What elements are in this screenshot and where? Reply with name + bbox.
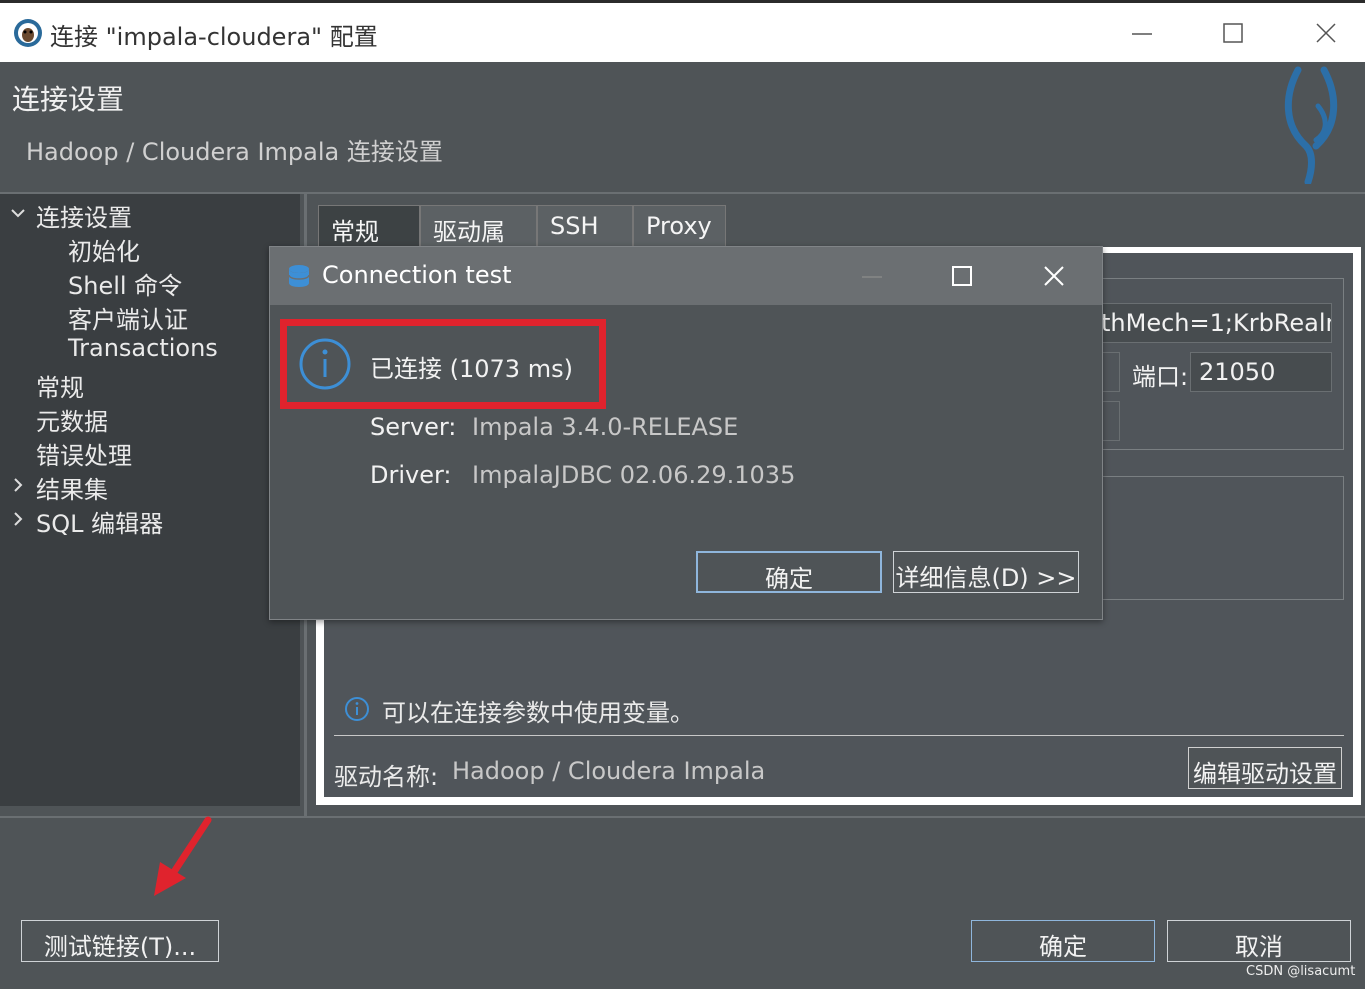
panel-divider xyxy=(334,735,1344,736)
nav-item-init[interactable]: 初始化 xyxy=(68,232,140,267)
port-input[interactable]: 21050 xyxy=(1190,352,1332,392)
chevron-right-icon[interactable] xyxy=(10,511,26,527)
nav-item-transactions[interactable]: Transactions xyxy=(68,334,218,362)
nav-item-sql-editor[interactable]: SQL 编辑器 xyxy=(36,504,163,539)
tab-proxy[interactable]: Proxy xyxy=(633,205,726,247)
driver-label: Driver: xyxy=(370,461,452,489)
maximize-icon[interactable] xyxy=(1213,13,1253,53)
cancel-button[interactable]: 取消 xyxy=(1167,920,1351,962)
ok-button[interactable]: 确定 xyxy=(971,920,1155,962)
host-input[interactable] xyxy=(1100,352,1120,392)
window-titlebar: 连接 "impala-cloudera" 配置 xyxy=(0,0,1365,62)
test-connection-button[interactable]: 测试链接(T)... xyxy=(21,920,219,962)
variables-tip: 可以在连接参数中使用变量。 xyxy=(382,699,694,727)
window-title: 连接 "impala-cloudera" 配置 xyxy=(50,23,378,51)
port-label: 端口: xyxy=(1132,363,1189,391)
maximize-icon[interactable] xyxy=(944,259,980,293)
settings-nav-tree: 连接设置 初始化 Shell 命令 客户端认证 Transactions 常规 … xyxy=(0,194,300,806)
page-title: 连接设置 xyxy=(12,83,125,116)
server-value: Impala 3.4.0-RELEASE xyxy=(472,413,739,441)
nav-item-shell-commands[interactable]: Shell 命令 xyxy=(68,266,182,301)
jdbc-url-input[interactable]: thMech=1;KrbRealm xyxy=(1100,303,1332,343)
edit-driver-button[interactable]: 编辑驱动设置 xyxy=(1188,747,1342,789)
page-subtitle: Hadoop / Cloudera Impala 连接设置 xyxy=(26,138,443,166)
server-label: Server: xyxy=(370,413,457,441)
database-input[interactable] xyxy=(1100,401,1120,441)
tab-general[interactable]: 常规 xyxy=(318,205,420,247)
tab-driver-properties[interactable]: 驱动属性 xyxy=(420,205,537,281)
impala-logo-icon xyxy=(1284,66,1338,184)
database-icon xyxy=(288,265,310,287)
red-arrow-annotation xyxy=(154,816,212,896)
info-icon xyxy=(345,697,369,721)
chevron-right-icon[interactable] xyxy=(10,477,26,493)
chevron-down-icon[interactable] xyxy=(10,205,26,221)
close-icon[interactable] xyxy=(1306,13,1346,53)
dbeaver-app-icon xyxy=(14,19,42,47)
minimize-icon[interactable] xyxy=(1122,13,1162,53)
dialog-titlebar: Connection test xyxy=(270,247,1102,305)
tab-ssh[interactable]: SSH xyxy=(537,205,633,247)
page-header: 连接设置 Hadoop / Cloudera Impala 连接设置 xyxy=(0,62,1365,192)
nav-item-general[interactable]: 常规 xyxy=(36,368,84,403)
nav-item-client-auth[interactable]: 客户端认证 xyxy=(68,300,188,335)
dialog-title: Connection test xyxy=(322,261,512,289)
driver-value: ImpalaJDBC 02.06.29.1035 xyxy=(472,461,796,489)
info-icon xyxy=(299,338,351,390)
nav-item-error-handling[interactable]: 错误处理 xyxy=(36,436,132,471)
driver-name-label: 驱动名称: xyxy=(334,763,439,791)
minimize-icon[interactable] xyxy=(854,259,890,293)
close-icon[interactable] xyxy=(1036,259,1072,293)
driver-name-value: Hadoop / Cloudera Impala xyxy=(452,757,766,785)
nav-item-result-sets[interactable]: 结果集 xyxy=(36,470,108,505)
connection-test-dialog: Connection test 已连接 (1073 ms) Server: Im… xyxy=(269,246,1103,620)
auth-group xyxy=(1100,476,1344,600)
nav-item-connection-settings[interactable]: 连接设置 xyxy=(36,198,132,233)
dialog-ok-button[interactable]: 确定 xyxy=(696,551,882,593)
watermark: CSDN @lisacumt xyxy=(1246,964,1356,979)
connection-status: 已连接 (1073 ms) xyxy=(370,355,573,383)
details-button[interactable]: 详细信息(D) >> xyxy=(893,551,1079,593)
nav-item-metadata[interactable]: 元数据 xyxy=(36,402,108,437)
